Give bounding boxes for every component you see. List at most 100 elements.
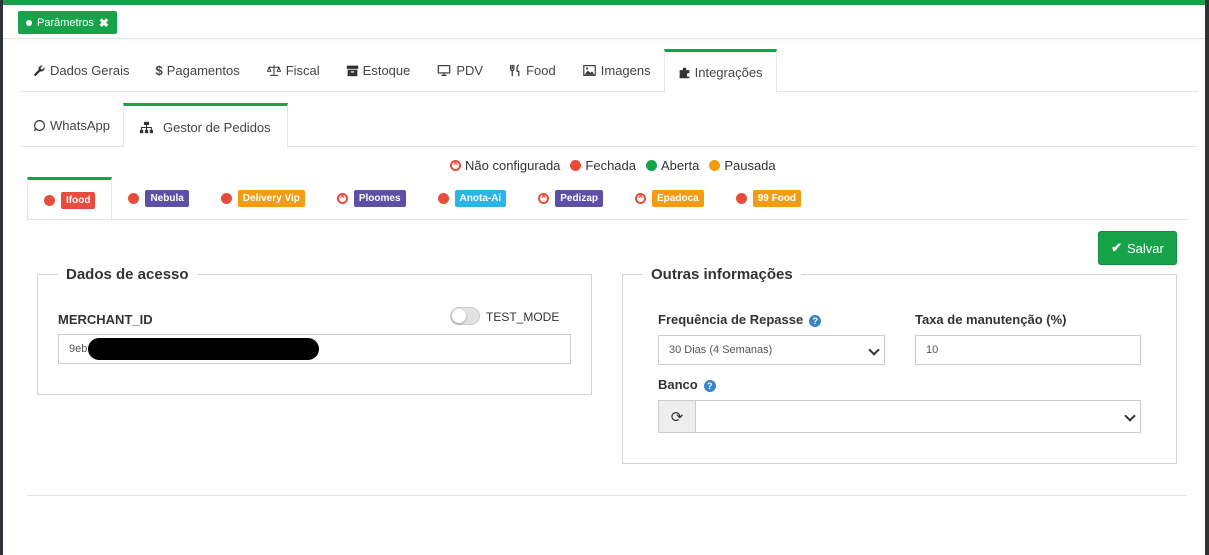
tab-label: Food	[526, 63, 556, 78]
integration-badge: Pedizap	[555, 190, 604, 207]
tab-label: Imagens	[600, 63, 651, 78]
tab-99-food[interactable]: 99 Food	[720, 177, 817, 220]
legend-label: Fechada	[585, 158, 636, 173]
toggle-knob	[452, 309, 466, 323]
page-tab-label: Parâmetros	[37, 16, 94, 29]
cutlery-icon	[510, 64, 520, 77]
x-circle-icon	[336, 191, 348, 204]
legend-label: Pausada	[724, 158, 776, 173]
whatsapp-icon	[34, 119, 45, 131]
check-icon: ✔	[1111, 240, 1123, 255]
image-icon	[582, 65, 596, 76]
dados-acesso-panel: Dados de acesso	[37, 266, 592, 395]
desktop-icon	[438, 65, 451, 76]
status-dot-icon	[735, 193, 747, 204]
tab-label: Estoque	[362, 63, 411, 78]
integration-badge: Epadoca	[652, 190, 704, 207]
tab-label: Gestor de Pedidos	[162, 119, 271, 135]
taxa-label: Taxa de manutenção (%)	[915, 312, 1067, 327]
tab-fiscal[interactable]: Fiscal	[253, 49, 333, 92]
integration-tabs: Ifood Nebula Delivery Vip Ploomes Anota-…	[27, 177, 1189, 221]
right-edge	[1205, 0, 1209, 555]
sitemap-icon	[139, 121, 153, 133]
orange-dot-icon	[709, 160, 721, 171]
status-dot-icon	[220, 193, 232, 204]
tab-pedizap[interactable]: Pedizap	[522, 177, 619, 220]
banco-select[interactable]	[695, 400, 1141, 433]
bottom-divider	[27, 495, 1187, 496]
banco-label-text: Banco	[658, 377, 698, 392]
status-dot-icon	[128, 193, 140, 204]
save-label: Salvar	[1127, 240, 1164, 256]
main-tabs: Dados Gerais $ Pagamentos Fiscal Estoque…	[20, 49, 1198, 93]
tab-delivery-vip[interactable]: Delivery Vip	[205, 177, 321, 220]
chevron-down-icon	[1124, 410, 1136, 422]
tab-integracoes[interactable]: Integrações	[663, 49, 777, 93]
legend-pausada: Pausada	[709, 158, 776, 173]
balance-scale-icon	[266, 64, 281, 76]
dados-acesso-title: Dados de acesso	[66, 266, 189, 283]
tab-pagamentos[interactable]: $ Pagamentos	[142, 49, 252, 92]
save-button[interactable]: ✔ Salvar	[1098, 231, 1177, 265]
redaction-mark	[88, 338, 319, 360]
status-legend: Não configurada Fechada Aberta Pausada	[450, 158, 776, 173]
x-circle-icon	[635, 191, 647, 204]
left-edge	[0, 0, 3, 555]
integration-badge: Delivery Vip	[237, 190, 305, 207]
status-dot-icon	[44, 195, 55, 206]
legend-aberta: Aberta	[646, 158, 699, 173]
tab-label: PDV	[456, 63, 484, 78]
outras-informacoes-panel: Outras informações	[622, 266, 1177, 464]
top-accent-bar	[0, 0, 1209, 5]
frequencia-select[interactable]: 30 Dias (4 Semanas)	[658, 335, 885, 365]
x-circle-icon	[450, 158, 461, 171]
test-mode-label: TEST_MODE	[486, 310, 560, 324]
integration-badge: Anota-Ai	[454, 190, 507, 207]
tab-food[interactable]: Food	[496, 49, 569, 92]
banco-label: Banco?	[658, 377, 716, 392]
legend-fechada: Fechada	[570, 158, 636, 173]
integration-badge: Ploomes	[353, 190, 406, 207]
tab-label: Fiscal	[285, 63, 320, 78]
tab-nebula[interactable]: Nebula	[112, 177, 204, 220]
frequencia-value: 30 Dias (4 Semanas)	[669, 344, 773, 356]
outras-informacoes-title: Outras informações	[651, 266, 793, 283]
merchant-id-label: MERCHANT_ID	[58, 312, 153, 327]
help-icon[interactable]: ?	[703, 380, 716, 392]
dollar-icon: $	[155, 63, 163, 78]
taxa-value: 10	[926, 344, 939, 356]
status-dot-icon	[437, 193, 449, 204]
puzzle-icon	[679, 67, 689, 79]
header-divider	[3, 38, 1205, 39]
legend-label: Não configurada	[465, 158, 561, 173]
taxa-input[interactable]: 10	[915, 335, 1141, 365]
refresh-icon: ⟳	[670, 408, 684, 426]
merchant-id-value: 9eb	[69, 343, 88, 355]
tab-ifood[interactable]: Ifood	[27, 177, 113, 221]
tab-whatsapp[interactable]: WhatsApp	[20, 103, 123, 147]
tab-ploomes[interactable]: Ploomes	[321, 177, 422, 220]
tab-label: Integrações	[694, 65, 763, 80]
integration-badge: Ifood	[61, 192, 96, 209]
tab-dados-gerais[interactable]: Dados Gerais	[20, 49, 142, 92]
sub-tabs: WhatsApp Gestor de Pedidos	[20, 103, 1198, 148]
page-tab-parametros[interactable]: Parâmetros ✖	[18, 11, 117, 34]
help-icon[interactable]: ?	[809, 315, 822, 327]
tab-label: WhatsApp	[50, 117, 110, 133]
archive-icon	[346, 65, 358, 77]
tab-gestor-de-pedidos[interactable]: Gestor de Pedidos	[122, 103, 288, 148]
legend-nao-configurada: Não configurada	[450, 158, 560, 173]
red-dot-icon	[570, 160, 582, 171]
tab-anota-ai[interactable]: Anota-Ai	[422, 177, 523, 220]
close-icon[interactable]: ✖	[99, 16, 109, 30]
wrench-icon	[33, 65, 45, 77]
tab-pdv[interactable]: PDV	[423, 49, 496, 92]
green-dot-icon	[646, 160, 657, 171]
test-mode-toggle[interactable]	[450, 307, 480, 325]
tab-label: Pagamentos	[166, 63, 240, 78]
tab-estoque[interactable]: Estoque	[333, 49, 424, 92]
refresh-button[interactable]: ⟳	[658, 400, 696, 433]
tab-epadoca[interactable]: Epadoca	[619, 177, 720, 220]
tab-label: Dados Gerais	[50, 63, 130, 78]
tab-imagens[interactable]: Imagens	[569, 49, 664, 92]
